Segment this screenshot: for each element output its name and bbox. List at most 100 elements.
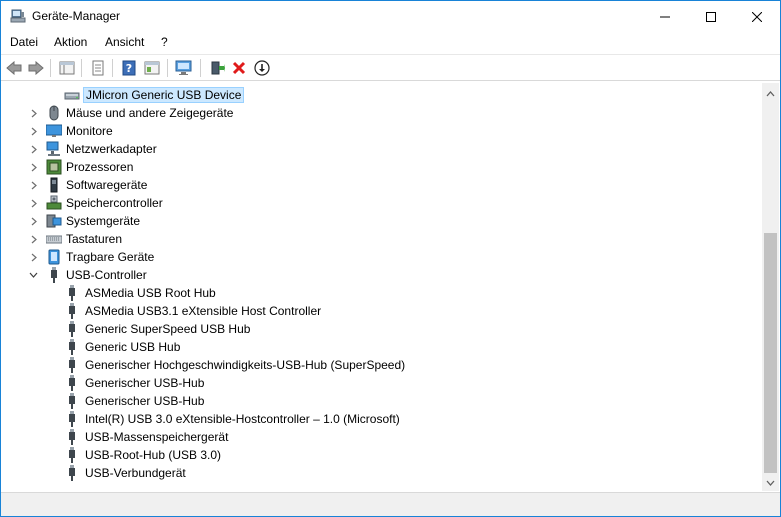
toolbar: ? [1,54,780,81]
menu-ansicht[interactable]: Ansicht [105,35,144,49]
uninstall-device-button[interactable] [230,59,248,77]
chevron-up-icon [766,90,775,96]
back-button[interactable] [5,59,23,77]
tree-item-usb-device[interactable]: Generischer USB-Hub [1,374,741,392]
tree-item-label: Systemgeräte [66,214,141,228]
menu-aktion[interactable]: Aktion [54,35,87,49]
view-icon [144,61,160,75]
chevron-right-icon[interactable] [29,161,39,173]
tree-item-netzwerkadapter[interactable]: Netzwerkadapter [1,140,741,158]
keyboard-icon [46,235,62,244]
download-driver-icon [254,60,270,76]
usb-icon [69,357,75,373]
update-driver-button[interactable] [208,59,226,77]
update-icon [92,60,104,76]
tree-item-label: Intel(R) USB 3.0 eXtensible-Hostcontroll… [85,412,400,426]
tree-item-usb-device[interactable]: Generischer USB-Hub [1,392,741,410]
menu-help[interactable]: ? [161,35,168,49]
chevron-right-icon[interactable] [29,143,39,155]
tree-item-label: Generic USB Hub [85,340,181,354]
cpu-icon [46,159,62,175]
chevron-right-icon[interactable] [29,107,39,119]
minimize-icon [660,16,670,17]
menu-datei[interactable]: Datei [10,35,38,49]
tree-item-usb-device[interactable]: USB-Verbundgerät [1,464,741,482]
tree-item-tastaturen[interactable]: Tastaturen [1,230,741,248]
system-icon [46,214,62,228]
close-button[interactable] [734,1,780,32]
help-button[interactable]: ? [120,59,138,77]
tree-item-label: USB-Controller [66,268,147,282]
tree-item-label: ASMedia USB Root Hub [85,286,216,300]
vertical-scrollbar[interactable] [762,83,779,491]
tree-item-systemgeraete[interactable]: Systemgeräte [1,212,741,230]
tree-item-label: ASMedia USB3.1 eXtensible Host Controlle… [85,304,322,318]
chevron-right-icon[interactable] [29,197,39,209]
tree-item-maeuse[interactable]: Mäuse und andere Zeigegeräte [1,104,741,122]
help-icon: ? [122,60,136,76]
tree-item-prozessoren[interactable]: Prozessoren [1,158,741,176]
toolbar-separator [81,59,82,77]
minimize-button[interactable] [642,1,688,32]
chevron-right-icon[interactable] [29,251,39,263]
tree-item-label: JMicron Generic USB Device [83,87,245,103]
tree-item-usb-device[interactable]: USB-Massenspeichergerät [1,428,741,446]
tree-item-label: Generischer USB-Hub [85,376,205,390]
tree-item-label: Tragbare Geräte [66,250,155,264]
tree-item-usb-device[interactable]: Generic SuperSpeed USB Hub [1,320,741,338]
tree-item-label: Prozessoren [66,160,134,174]
monitor-scan-icon [175,60,192,75]
forward-button[interactable] [27,59,45,77]
forward-arrow-icon [28,61,44,75]
close-icon [752,11,762,22]
device-tree: JMicron Generic USB Device Mäuse und and… [1,83,762,491]
chevron-down-icon[interactable] [28,269,38,281]
tree-item-label: Generischer USB-Hub [85,394,205,408]
tree-item-softwaregeraete[interactable]: Softwaregeräte [1,176,741,194]
tree-item-usb-device[interactable]: ASMedia USB3.1 eXtensible Host Controlle… [1,302,741,320]
tree-item-label: Softwaregeräte [66,178,148,192]
usb-icon [51,267,57,283]
toolbar-separator [200,59,201,77]
scroll-up-button[interactable] [762,85,779,102]
tree-item-jmicron[interactable]: JMicron Generic USB Device [1,86,741,104]
maximize-icon [706,11,716,22]
usb-icon [69,429,75,445]
usb-icon [69,447,75,463]
tree-item-speichercontroller[interactable]: Speichercontroller [1,194,741,212]
disk-icon [64,92,80,100]
toolbar-separator [167,59,168,77]
properties-button[interactable] [89,59,107,77]
usb-icon [69,375,75,391]
tree-item-label: Generic SuperSpeed USB Hub [85,322,251,336]
svg-text:?: ? [126,62,132,75]
scroll-down-button[interactable] [762,474,779,491]
tree-item-tragbare-geraete[interactable]: Tragbare Geräte [1,248,741,266]
tree-item-usb-controller[interactable]: USB-Controller [1,266,741,284]
scan-hardware-button[interactable] [175,59,193,77]
maximize-button[interactable] [688,1,734,32]
scrollbar-thumb[interactable] [764,233,777,473]
tree-item-usb-device[interactable]: Generic USB Hub [1,338,741,356]
storage-controller-icon [46,195,62,210]
view-button[interactable] [143,59,161,77]
tree-item-usb-device[interactable]: ASMedia USB Root Hub [1,284,741,302]
usb-icon [69,303,75,319]
tree-item-label: Speichercontroller [66,196,163,210]
usb-icon [69,411,75,427]
title-bar[interactable]: Geräte-Manager [1,1,780,32]
menu-bar: Datei Aktion Ansicht ? [1,32,780,52]
show-hide-console-tree-button[interactable] [58,59,76,77]
tree-item-usb-device[interactable]: Generischer Hochgeschwindigkeits-USB-Hub… [1,356,741,374]
chevron-right-icon[interactable] [29,179,39,191]
chevron-right-icon[interactable] [29,233,39,245]
tree-item-usb-device[interactable]: Intel(R) USB 3.0 eXtensible-Hostcontroll… [1,410,741,428]
chevron-right-icon[interactable] [29,215,39,227]
chevron-right-icon[interactable] [29,125,39,137]
download-driver-button[interactable] [253,59,271,77]
portable-icon [48,249,60,265]
tree-item-usb-device[interactable]: USB-Root-Hub (USB 3.0) [1,446,741,464]
properties-icon [59,61,75,75]
tree-item-label: Generischer Hochgeschwindigkeits-USB-Hub… [85,358,406,372]
tree-item-monitore[interactable]: Monitore [1,122,741,140]
